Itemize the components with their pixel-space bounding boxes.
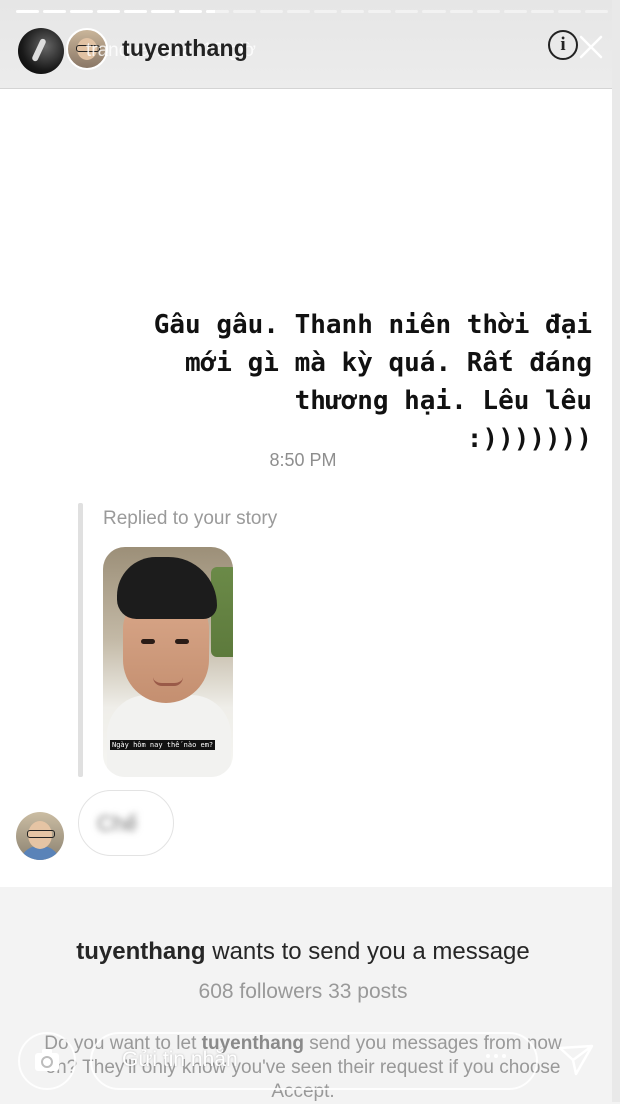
progress-segment: [557, 10, 581, 13]
sender-avatar[interactable]: [16, 812, 64, 860]
message-input-placeholder: Gửi tin nhắn: [122, 1048, 238, 1071]
request-title-text: wants to send you a message: [205, 938, 530, 965]
progress-segment: [395, 10, 419, 13]
progress-segment: [70, 10, 94, 13]
progress-segment: [286, 10, 311, 13]
blurred-message-text: Chế: [97, 811, 138, 836]
progress-segment: [584, 10, 609, 13]
progress-segment: [232, 10, 256, 13]
blurred-message-bubble: Chế: [78, 790, 174, 856]
send-icon[interactable]: [556, 1040, 596, 1080]
chat-thread: [0, 89, 612, 887]
close-icon[interactable]: [576, 32, 606, 62]
progress-segment: [422, 10, 446, 13]
story-caption: Ngày hôm nay thế nào em?: [110, 740, 216, 750]
progress-segment: [151, 10, 175, 13]
progress-segment: [449, 10, 473, 13]
progress-segment: [205, 10, 229, 13]
progress-segment: [530, 10, 554, 13]
request-username: tuyenthang: [76, 938, 206, 965]
progress-segment: [341, 10, 365, 13]
request-stats: 608 followers 33 posts: [198, 980, 408, 1003]
story-owner-avatar[interactable]: [18, 28, 64, 74]
progress-segment: [259, 10, 283, 13]
reply-quote-bar: [78, 503, 83, 777]
message-input[interactable]: Gửi tin nhắn: [90, 1032, 538, 1090]
message-timestamp: 8:50 PM: [269, 450, 337, 470]
camera-icon: [35, 1049, 59, 1071]
message-text: Gâu gâu. Thanh niên thời đại mới gì mà k…: [153, 310, 592, 454]
screen-edge: [612, 0, 620, 1102]
progress-segment: [124, 10, 148, 13]
camera-button[interactable]: [18, 1032, 76, 1090]
progress-segment: [476, 10, 500, 13]
message-request-title: tuyenthang wants to send you a message: [0, 938, 606, 966]
progress-segment: [314, 10, 338, 13]
progress-segment: [178, 10, 202, 13]
progress-segment: [97, 10, 121, 13]
header-username[interactable]: tuyenthang: [122, 35, 248, 62]
info-icon[interactable]: i: [548, 30, 578, 60]
replied-to-story-label: Replied to your story: [103, 508, 278, 529]
more-dots-icon[interactable]: [486, 1054, 506, 1058]
progress-segment: [16, 10, 40, 13]
progress-segment: [43, 10, 67, 13]
progress-segment: [368, 10, 392, 13]
story-progress-bar: [16, 10, 609, 13]
progress-segment: [503, 10, 527, 13]
